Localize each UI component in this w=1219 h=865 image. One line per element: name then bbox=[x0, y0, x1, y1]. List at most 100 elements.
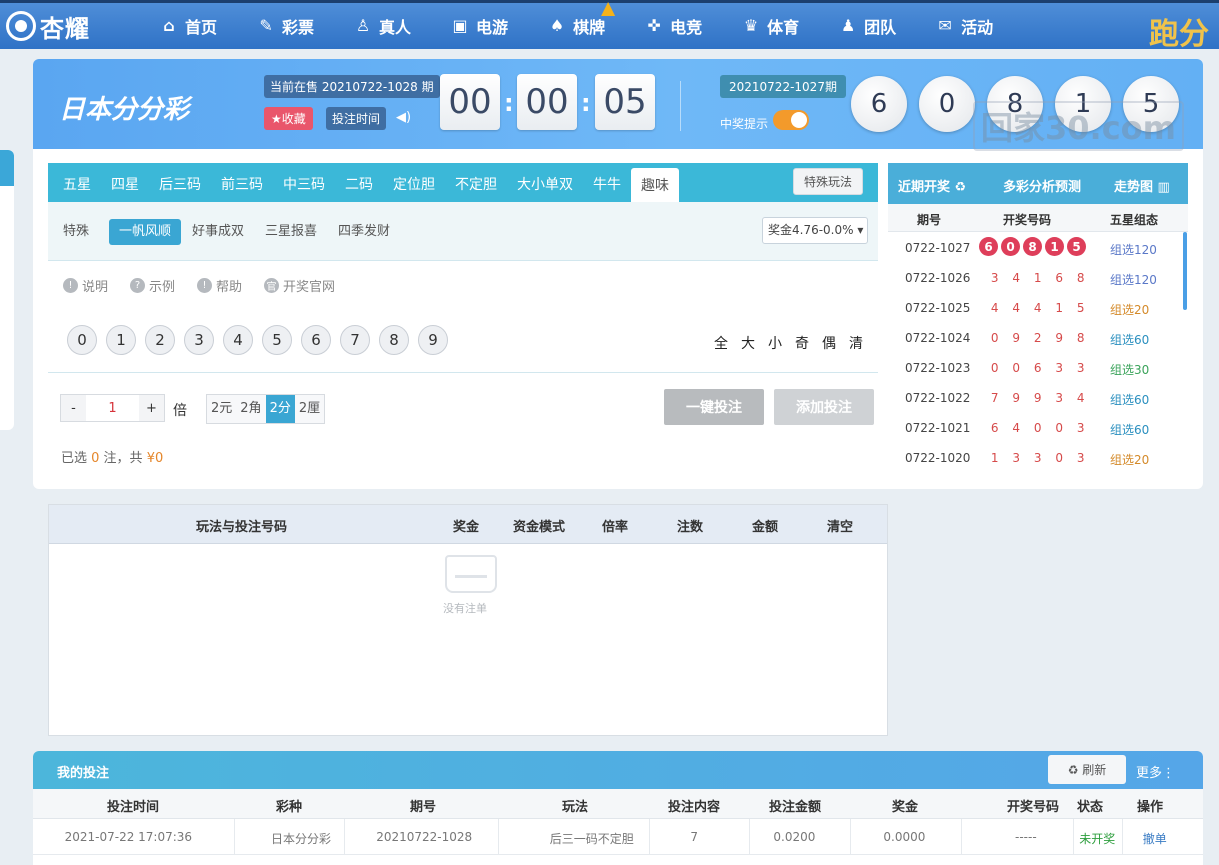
history-code-digit: 3 bbox=[1055, 361, 1064, 375]
speaker-icon[interactable]: ◀) bbox=[396, 110, 411, 125]
tab-play[interactable]: 大小单双 bbox=[517, 163, 573, 202]
history-code-digit: 0 bbox=[990, 331, 999, 345]
tab-play[interactable]: 牛牛 bbox=[593, 163, 621, 202]
multiplier-input[interactable]: 1 bbox=[86, 395, 139, 421]
my-bets-col: 投注时间 bbox=[107, 800, 160, 815]
number-ball[interactable]: 2 bbox=[145, 325, 175, 355]
cell-divider bbox=[749, 819, 750, 855]
cell-divider bbox=[850, 819, 851, 855]
logo-text: 杏耀 bbox=[40, 14, 90, 43]
tab-play[interactable]: 不定胆 bbox=[455, 163, 497, 202]
nav-item[interactable]: ⌂ 首页 bbox=[160, 14, 217, 38]
my-bets-cell: 后三一码不定胆 bbox=[549, 832, 634, 846]
quick-select-button[interactable]: 偶 bbox=[822, 333, 836, 353]
bet-now-button[interactable]: 一键投注 bbox=[664, 389, 764, 425]
nav-item[interactable]: ✎ 彩票 bbox=[257, 14, 314, 38]
my-bets-columns: 投注时间 彩种 期号 玩法 投注内容 投注金额 奖金 开奖号码 状态 操作 bbox=[33, 789, 1203, 819]
my-bets: 我的投注 ♻ 刷新 更多⋮ 投注时间 彩种 期号 玩法 投注内容 投注金额 奖金 开奖号码 状态… bbox=[33, 751, 1203, 865]
tab-play[interactable]: 中三码 bbox=[283, 163, 325, 202]
tab-trend-chart[interactable]: 走势图 ▥ bbox=[1114, 176, 1170, 195]
increment-button[interactable]: + bbox=[139, 395, 164, 421]
site-logo[interactable]: 杏耀 bbox=[0, 3, 118, 49]
win-tip-toggle[interactable] bbox=[773, 110, 809, 130]
bet-time-button[interactable]: 投注时间 bbox=[326, 107, 387, 130]
tab-play[interactable]: 二码 bbox=[345, 163, 373, 202]
decrement-button[interactable]: - bbox=[61, 395, 86, 421]
subtab-play[interactable]: 特殊 bbox=[63, 219, 89, 245]
quick-select-button[interactable]: 清 bbox=[849, 333, 863, 353]
quick-select-button[interactable]: 小 bbox=[768, 333, 782, 353]
tab-recent-draws[interactable]: 近期开奖 ♻ bbox=[898, 176, 966, 195]
quick-select-button[interactable]: 全 bbox=[714, 333, 728, 353]
history-code-digit: 9 bbox=[1012, 391, 1021, 405]
history-group: 组选120 bbox=[1110, 273, 1157, 287]
number-ball[interactable]: 1 bbox=[106, 325, 136, 355]
help-link[interactable]: ? 示例 bbox=[130, 276, 175, 295]
result-ball: 0 bbox=[919, 76, 975, 132]
more-link[interactable]: 更多⋮ bbox=[1136, 762, 1175, 781]
number-ball[interactable]: 7 bbox=[340, 325, 370, 355]
number-ball[interactable]: 5 bbox=[262, 325, 292, 355]
nav-item[interactable]: ✜ 电竞 bbox=[645, 14, 702, 38]
help-link[interactable]: 官开奖官网 bbox=[264, 276, 335, 295]
help-link[interactable]: ! 帮助 bbox=[197, 276, 242, 295]
tab-play[interactable]: 前三码 bbox=[221, 163, 263, 202]
nav-item[interactable]: ♟ 团队 bbox=[839, 14, 896, 38]
money-unit-option[interactable]: 2元 bbox=[207, 395, 237, 423]
subtab-play[interactable]: 好事成双 bbox=[192, 219, 244, 245]
paofen-logo[interactable]: 跑分 bbox=[1149, 9, 1209, 53]
money-unit-option[interactable]: 2角 bbox=[236, 395, 266, 423]
info-icon: ! bbox=[63, 278, 78, 293]
tab-play[interactable]: 四星 bbox=[111, 163, 139, 202]
bet-list: 玩法与投注号码 奖金 资金模式 倍率 注数 金额 清空 没有注单 bbox=[48, 504, 888, 736]
subtab-play[interactable]: 三星报喜 bbox=[265, 219, 317, 245]
left-side-tab[interactable] bbox=[0, 150, 14, 430]
history-code-digit: 0 bbox=[1055, 421, 1064, 435]
history-scrollbar[interactable] bbox=[1183, 232, 1187, 310]
number-ball[interactable]: 6 bbox=[301, 325, 331, 355]
tab-play[interactable]: 趣味 bbox=[631, 168, 679, 202]
refresh-button[interactable]: ♻ 刷新 bbox=[1048, 755, 1126, 784]
nav-item[interactable]: ♙ 真人 bbox=[354, 14, 411, 38]
help-link[interactable]: ! 说明 bbox=[63, 276, 108, 295]
history-code-ball: 5 bbox=[1067, 237, 1086, 256]
favorite-button[interactable]: ★收藏 bbox=[264, 107, 313, 130]
subtab-play[interactable]: 一帆风顺 bbox=[109, 219, 182, 245]
history-code-digit: 6 bbox=[1033, 361, 1042, 375]
nav-item[interactable]: ♛ 体育 bbox=[742, 14, 799, 38]
money-unit-option[interactable]: 2厘 bbox=[294, 395, 325, 423]
history-code-digit: 3 bbox=[1076, 361, 1085, 375]
history-row: 0722-1023 0 0 6 3 3 组选30 bbox=[888, 354, 1188, 384]
multiplier-stepper[interactable]: - 1 + bbox=[60, 394, 165, 422]
nav-item[interactable]: ✉ 活动 bbox=[936, 14, 993, 38]
quick-select-button[interactable]: 大 bbox=[741, 333, 755, 353]
history-code-digit: 0 bbox=[990, 361, 999, 375]
clear-button[interactable]: 清空 bbox=[827, 516, 853, 535]
number-ball[interactable]: 4 bbox=[223, 325, 253, 355]
prize-select[interactable]: 奖金4.76-0.0% ▾ bbox=[762, 217, 868, 244]
tab-analysis[interactable]: 多彩分析预测 bbox=[1003, 176, 1081, 195]
history-code-digit: 6 bbox=[1055, 271, 1064, 285]
history-issue: 0722-1024 bbox=[905, 331, 971, 345]
cancel-bet-link[interactable]: 撤单 bbox=[1143, 830, 1167, 847]
subtab-play[interactable]: 四季发财 bbox=[338, 219, 390, 245]
tab-play[interactable]: 五星 bbox=[63, 163, 91, 202]
quick-select-button[interactable]: 奇 bbox=[795, 333, 809, 353]
history-code-digit: 1 bbox=[990, 451, 999, 465]
tab-play[interactable]: 后三码 bbox=[159, 163, 201, 202]
tab-play[interactable]: 定位胆 bbox=[393, 163, 435, 202]
number-ball[interactable]: 3 bbox=[184, 325, 214, 355]
left-side-tab-top[interactable] bbox=[0, 150, 14, 186]
nav-item[interactable]: ♠ 棋牌 bbox=[548, 2, 616, 38]
history-code-digit: 4 bbox=[1033, 301, 1042, 315]
number-ball[interactable]: 8 bbox=[379, 325, 409, 355]
money-unit-option[interactable]: 2分 bbox=[265, 395, 295, 423]
logo-badge-icon bbox=[6, 11, 36, 41]
number-ball[interactable]: 0 bbox=[67, 325, 97, 355]
my-bets-col: 开奖号码 bbox=[1007, 800, 1060, 815]
add-bet-button[interactable]: 添加投注 bbox=[774, 389, 874, 425]
col-issue: 期号 bbox=[917, 213, 942, 227]
nav-item[interactable]: ▣ 电游 bbox=[451, 14, 508, 38]
special-play-button[interactable]: 特殊玩法 bbox=[793, 168, 864, 195]
number-ball[interactable]: 9 bbox=[418, 325, 448, 355]
